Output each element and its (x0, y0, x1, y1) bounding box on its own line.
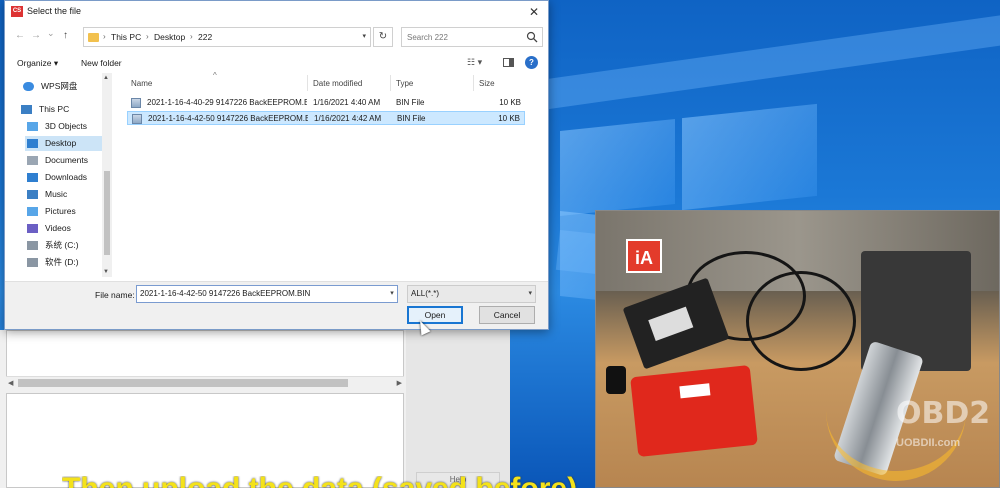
navigation-pane: WPS网盘 This PC 3D Objects Desktop Documen… (5, 73, 113, 277)
file-type: BIN File (397, 114, 426, 123)
chevron-down-icon: ▾ (528, 290, 532, 297)
music-icon (27, 190, 38, 199)
red-programmer-device (630, 364, 758, 458)
drive-icon (27, 258, 38, 267)
scrollbar-thumb[interactable] (104, 171, 110, 255)
dialog-title: Select the file (27, 6, 82, 16)
wire-harness (746, 271, 856, 371)
preview-pane-icon[interactable] (503, 58, 514, 67)
cube-icon (27, 122, 38, 131)
background-panel-bottom (6, 393, 404, 488)
watermark-subtext: UOBDII.com (896, 437, 961, 449)
scroll-down-icon[interactable]: ▼ (103, 269, 109, 275)
file-row-selected[interactable]: 2021-1-16-4-42-50 9147226 BackEEPROM.BIN… (127, 111, 525, 125)
new-folder-button[interactable]: New folder (81, 58, 122, 68)
background-application: ◀ ▶ Help (0, 330, 510, 488)
up-folder-icon[interactable]: ↑ (63, 30, 68, 41)
scroll-up-icon[interactable]: ▲ (103, 75, 109, 81)
sidebar-item-label: 3D Objects (45, 121, 88, 131)
sidebar-item-label: Documents (45, 155, 88, 165)
file-name: 2021-1-16-4-40-29 9147226 BackEEPROM.BIN (147, 98, 307, 107)
dialog-toolbar: Organize ▾ New folder ☷ ▾ ? (5, 53, 548, 73)
dialog-footer: File name: 2021-1-16-4-42-50 9147226 Bac… (5, 281, 548, 329)
open-button[interactable]: Open (407, 306, 463, 324)
refresh-button[interactable]: ↻ (373, 27, 393, 47)
drive-icon (27, 241, 38, 250)
video-icon (27, 224, 38, 233)
file-name: 2021-1-16-4-42-50 9147226 BackEEPROM.BIN (148, 114, 308, 123)
search-input[interactable]: Search 222 (401, 27, 543, 47)
video-overlay: iA OBD2 UOBDII.com (595, 210, 1000, 488)
organize-button[interactable]: Organize ▾ (17, 58, 58, 69)
app-icon: CS (11, 6, 23, 17)
sidebar-item-label: Desktop (45, 138, 77, 148)
video-caption: Then upload the data (saved before) (62, 476, 622, 488)
file-open-dialog: CS Select the file ✕ ← → ⌄ ↑ › This PC ›… (4, 0, 549, 330)
download-icon (27, 173, 38, 182)
horizontal-scrollbar[interactable]: ◀ ▶ (6, 376, 404, 388)
desktop-icon (27, 139, 38, 148)
background-right-panel (406, 330, 510, 488)
folder-icon (88, 33, 99, 42)
file-type: BIN File (396, 98, 425, 107)
recent-locations-icon[interactable]: ⌄ (47, 28, 55, 39)
chevron-down-icon[interactable]: ▾ (362, 32, 366, 40)
sidebar-item-label: Pictures (45, 206, 76, 216)
back-icon[interactable]: ← (15, 30, 25, 41)
forward-icon[interactable]: → (31, 30, 41, 41)
car-key (606, 366, 626, 394)
file-date: 1/16/2021 4:40 AM (313, 98, 381, 107)
change-view-icon[interactable]: ☷ ▾ (467, 57, 489, 69)
sidebar-item-label: Downloads (45, 172, 88, 182)
sidebar-item-label: 系统 (C:) (45, 240, 79, 250)
file-type-filter[interactable]: ALL(*.*) ▾ (407, 285, 536, 303)
breadcrumb-this-pc[interactable]: This PC (111, 32, 141, 42)
column-header-type[interactable]: Type (396, 79, 413, 88)
filter-value: ALL(*.*) (411, 289, 440, 298)
ia-logo: iA (626, 239, 662, 273)
sidebar-item-label: WPS网盘 (41, 81, 78, 91)
sidebar-item-wps[interactable]: WPS网盘 (21, 79, 113, 94)
search-placeholder: Search 222 (407, 33, 448, 42)
search-icon (526, 31, 538, 43)
chevron-down-icon[interactable]: ▾ (386, 285, 398, 303)
bin-file-icon (131, 98, 141, 108)
document-icon (27, 156, 38, 165)
address-bar[interactable]: › This PC › Desktop › 222 ▾ (83, 27, 371, 47)
navigation-bar: ← → ⌄ ↑ › This PC › Desktop › 222 ▾ ↻ Se… (5, 25, 548, 49)
scroll-left-icon[interactable]: ◀ (8, 379, 13, 387)
close-button[interactable]: ✕ (526, 4, 542, 20)
breadcrumb-222[interactable]: 222 (198, 32, 212, 42)
computer-icon (21, 105, 32, 114)
file-row[interactable]: 2021-1-16-4-40-29 9147226 BackEEPROM.BIN… (127, 96, 525, 110)
scrollbar-thumb[interactable] (18, 379, 348, 387)
bin-file-icon (132, 114, 142, 124)
column-header-date[interactable]: Date modified (313, 79, 362, 88)
help-icon[interactable]: ? (525, 56, 538, 69)
cancel-button[interactable]: Cancel (479, 306, 535, 324)
watermark-text: OBD2 (896, 396, 991, 431)
sidebar-item-label: Videos (45, 223, 71, 233)
sort-ascending-icon: ^ (213, 71, 217, 80)
column-header-size[interactable]: Size (479, 79, 495, 88)
file-name-label: File name: (95, 290, 135, 300)
sidebar-item-label: Music (45, 189, 68, 199)
file-list: ^ Name Date modified Type Size 2021-1-16… (117, 71, 547, 277)
pictures-icon (27, 207, 38, 216)
file-size: 10 KB (499, 98, 521, 107)
sidebar-item-label: This PC (39, 104, 70, 114)
sidebar-item-desktop[interactable]: Desktop (25, 136, 102, 151)
file-name-input[interactable]: 2021-1-16-4-42-50 9147226 BackEEPROM.BIN (136, 285, 398, 303)
file-size: 10 KB (498, 114, 520, 123)
breadcrumb-desktop[interactable]: Desktop (154, 32, 185, 42)
file-date: 1/16/2021 4:42 AM (314, 114, 382, 123)
scroll-right-icon[interactable]: ▶ (397, 379, 402, 387)
column-header-name[interactable]: Name (131, 79, 152, 88)
background-panel-top (6, 330, 404, 382)
dialog-titlebar: CS Select the file ✕ (5, 1, 548, 23)
navigation-scrollbar[interactable]: ▲ ▼ (102, 73, 112, 277)
cloud-icon (23, 82, 34, 91)
sidebar-item-this-pc[interactable]: This PC (19, 102, 111, 117)
sidebar-item-label: 软件 (D:) (45, 257, 79, 267)
